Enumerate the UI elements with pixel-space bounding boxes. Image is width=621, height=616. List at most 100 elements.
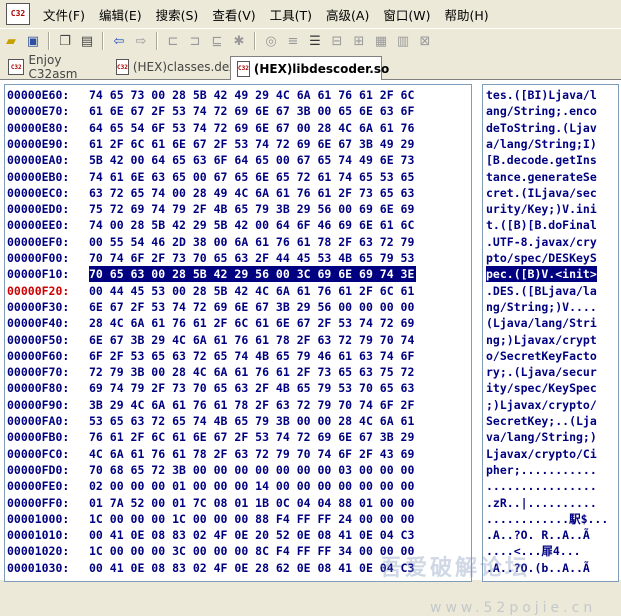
hex-row[interactable]: 00000EB0: 74 61 6E 63 65 00 67 65 6E 65 7… [5,169,469,185]
hex-row[interactable]: 00000F70: 72 79 3B 00 28 4C 6A 61 76 61 2… [5,364,469,380]
hex-row[interactable]: 00000F40: 28 4C 6A 61 76 61 2F 6C 61 6E 6… [5,315,469,331]
tool-e-icon[interactable]: ◎ [261,32,281,50]
ascii-row[interactable]: tance.generateSe [486,169,597,185]
tab-libdescoder-so[interactable]: C32 (HEX)libdescoder.so [230,56,389,80]
hex-row[interactable]: 00000F10: 70 65 63 00 28 5B 42 29 56 00 3… [5,266,469,283]
open-folder-icon[interactable]: ▰ [1,32,21,50]
hex-row[interactable]: 00000E60: 74 65 73 00 28 5B 42 49 29 4C 6… [5,87,469,103]
row-bytes[interactable]: 6E 67 2F 53 74 72 69 6E 67 3B 29 56 00 0… [89,299,414,315]
hex-row[interactable]: 00000E80: 64 65 54 6F 53 74 72 69 6E 67 0… [5,120,469,136]
menu-edit[interactable]: 编辑(E) [92,5,149,24]
ascii-row[interactable]: pto/spec/DESKeyS [486,250,597,266]
ascii-row[interactable]: deToString.(Ljav [486,120,597,136]
row-bytes[interactable]: 00 41 0E 08 83 02 4F 0E 20 52 0E 08 41 0… [89,527,414,543]
ascii-row[interactable]: SecretKey;..(Lja [486,413,597,429]
forward-icon[interactable]: ⇨ [131,32,151,50]
hex-row[interactable]: 00000EF0: 00 55 54 46 2D 38 00 6A 61 76 6… [5,234,469,250]
row-bytes[interactable]: 4C 6A 61 76 61 78 2F 63 72 79 70 74 6F 2… [89,446,414,462]
row-bytes[interactable]: 3B 29 4C 6A 61 76 61 78 2F 63 72 79 70 7… [89,397,414,413]
hex-row[interactable]: 00000FF0: 01 7A 52 00 01 7C 08 01 1B 0C 0… [5,495,469,511]
back-icon[interactable]: ⇦ [109,32,129,50]
ascii-row[interactable]: o/SecretKeyFacto [486,348,597,364]
row-bytes[interactable]: 01 7A 52 00 01 7C 08 01 1B 0C 04 04 88 0… [89,495,414,511]
ascii-row[interactable]: .zR..|.......... [486,495,597,511]
hex-row[interactable]: 00001010: 00 41 0E 08 83 02 4F 0E 20 52 0… [5,527,469,543]
ascii-row[interactable]: cret.(ILjava/sec [486,185,597,201]
tool-a-icon[interactable]: ⊏ [163,32,183,50]
ascii-row[interactable]: ;)Ljavax/crypto/ [486,397,597,413]
row-bytes[interactable]: 6E 67 3B 29 4C 6A 61 76 61 78 2F 63 72 7… [89,332,414,348]
row-bytes[interactable]: 61 6E 67 2F 53 74 72 69 6E 67 3B 00 65 6… [89,103,414,119]
tab-enjoy-c32asm[interactable]: C32 Enjoy C32asm [2,53,106,81]
hex-row[interactable]: 00000F00: 70 74 6F 2F 73 70 65 63 2F 44 4… [5,250,469,266]
menu-help[interactable]: 帮助(H) [437,5,495,24]
app-logo-icon[interactable]: C32 [6,3,30,25]
hex-row[interactable]: 00000E90: 61 2F 6C 61 6E 67 2F 53 74 72 6… [5,136,469,152]
row-bytes[interactable]: 74 61 6E 63 65 00 67 65 6E 65 72 61 74 6… [89,169,414,185]
hex-view[interactable]: 00000E60: 74 65 73 00 28 5B 42 49 29 4C 6… [4,84,472,582]
ascii-row[interactable]: .DES.([BLjava/la [486,283,597,299]
ascii-row[interactable]: ng;)Ljavax/crypt [486,332,597,348]
hex-row[interactable]: 00000FA0: 53 65 63 72 65 74 4B 65 79 3B 0… [5,413,469,429]
hex-row[interactable]: 00000EC0: 63 72 65 74 00 28 49 4C 6A 61 7… [5,185,469,201]
ascii-row[interactable]: pec.([B)V.<init> [486,266,597,283]
row-bytes[interactable]: 72 79 3B 00 28 4C 6A 61 76 61 2F 73 65 6… [89,364,414,380]
row-bytes[interactable]: 02 00 00 00 01 00 00 00 14 00 00 00 00 0… [89,478,414,494]
ascii-row[interactable]: [B.decode.getIns [486,152,597,168]
hex-row[interactable]: 00000F50: 6E 67 3B 29 4C 6A 61 76 61 78 2… [5,332,469,348]
row-bytes[interactable]: 70 74 6F 2F 73 70 65 63 2F 44 45 53 4B 6… [89,250,414,266]
tool-d-icon[interactable]: ✱ [229,32,249,50]
ascii-row[interactable]: ................ [486,478,597,494]
row-bytes[interactable]: 1C 00 00 00 1C 00 00 00 88 F4 FF FF 24 0… [89,511,414,527]
row-bytes[interactable]: 53 65 63 72 65 74 4B 65 79 3B 00 00 28 4… [89,413,414,429]
hex-row[interactable]: 00000EA0: 5B 42 00 64 65 63 6F 64 65 00 6… [5,152,469,168]
tool-l-icon[interactable]: ⊠ [415,32,435,50]
tool-f-icon[interactable]: ≡ [283,32,303,50]
ascii-row[interactable]: Ljavax/crypto/Ci [486,446,597,462]
menu-search[interactable]: 搜索(S) [149,5,206,24]
hex-row[interactable]: 00001000: 1C 00 00 00 1C 00 00 00 88 F4 F… [5,511,469,527]
ascii-row[interactable]: (Ljava/lang/Stri [486,315,597,331]
hex-row[interactable]: 00000E70: 61 6E 67 2F 53 74 72 69 6E 67 3… [5,103,469,119]
row-bytes[interactable]: 63 72 65 74 00 28 49 4C 6A 61 76 61 2F 7… [89,185,414,201]
ascii-row[interactable]: ng/String;)V.... [486,299,597,315]
ascii-row[interactable]: ity/spec/KeySpec [486,380,597,396]
tool-k-icon[interactable]: ▥ [393,32,413,50]
row-bytes[interactable]: 74 00 28 5B 42 29 5B 42 00 64 6F 46 69 6… [89,217,414,233]
ascii-row[interactable]: ang/String;.enco [486,103,597,119]
ascii-row[interactable]: .UTF-8.javax/cry [486,234,597,250]
hex-row[interactable]: 00000FD0: 70 68 65 72 3B 00 00 00 00 00 0… [5,462,469,478]
menu-file[interactable]: 文件(F) [36,5,92,24]
row-bytes[interactable]: 70 68 65 72 3B 00 00 00 00 00 00 00 03 0… [89,462,414,478]
tab-classes-dex[interactable]: C32 (HEX)classes.dex [110,56,236,78]
paste-icon[interactable]: ▤ [77,32,97,50]
copy-icon[interactable]: ❐ [55,32,75,50]
menu-advanced[interactable]: 高级(A) [319,5,376,24]
tool-h-icon[interactable]: ⊟ [327,32,347,50]
row-bytes[interactable]: 00 55 54 46 2D 38 00 6A 61 76 61 78 2F 6… [89,234,414,250]
hex-row[interactable]: 00000F90: 3B 29 4C 6A 61 76 61 78 2F 63 7… [5,397,469,413]
ascii-row[interactable]: t.([B)[B.doFinal [486,217,597,233]
ascii-row[interactable]: va/lang/String;) [486,429,597,445]
hex-row[interactable]: 00000F60: 6F 2F 53 65 63 72 65 74 4B 65 7… [5,348,469,364]
ascii-row[interactable]: urity/Key;)V.ini [486,201,597,217]
row-bytes[interactable]: 28 4C 6A 61 76 61 2F 6C 61 6E 67 2F 53 7… [89,315,414,331]
tool-i-icon[interactable]: ⊞ [349,32,369,50]
ascii-row[interactable]: .A..?O. R..A..Ã [486,527,590,543]
row-bytes[interactable]: 5B 42 00 64 65 63 6F 64 65 00 67 65 74 4… [89,152,414,168]
tool-b-icon[interactable]: ⊐ [185,32,205,50]
menu-window[interactable]: 窗口(W) [376,5,437,24]
ascii-row[interactable]: ............駅$... [486,511,608,527]
row-bytes[interactable]: 76 61 2F 6C 61 6E 67 2F 53 74 72 69 6E 6… [89,429,414,445]
menu-view[interactable]: 查看(V) [205,5,262,24]
row-bytes[interactable]: 00 41 0E 08 83 02 4F 0E 28 62 0E 08 41 0… [89,560,414,576]
row-bytes[interactable]: 00 44 45 53 00 28 5B 42 4C 6A 61 76 61 2… [89,283,414,299]
ascii-row[interactable]: tes.([BI)Ljava/l [486,87,597,103]
row-bytes[interactable]: 61 2F 6C 61 6E 67 2F 53 74 72 69 6E 67 3… [89,136,414,152]
tool-c-icon[interactable]: ⊑ [207,32,227,50]
row-bytes[interactable]: 75 72 69 74 79 2F 4B 65 79 3B 29 56 00 6… [89,201,414,217]
tool-j-icon[interactable]: ▦ [371,32,391,50]
row-bytes[interactable]: 74 65 73 00 28 5B 42 49 29 4C 6A 61 76 6… [89,87,414,103]
ascii-row[interactable]: pher;........... [486,462,597,478]
ascii-row[interactable]: a/lang/String;I) [486,136,597,152]
